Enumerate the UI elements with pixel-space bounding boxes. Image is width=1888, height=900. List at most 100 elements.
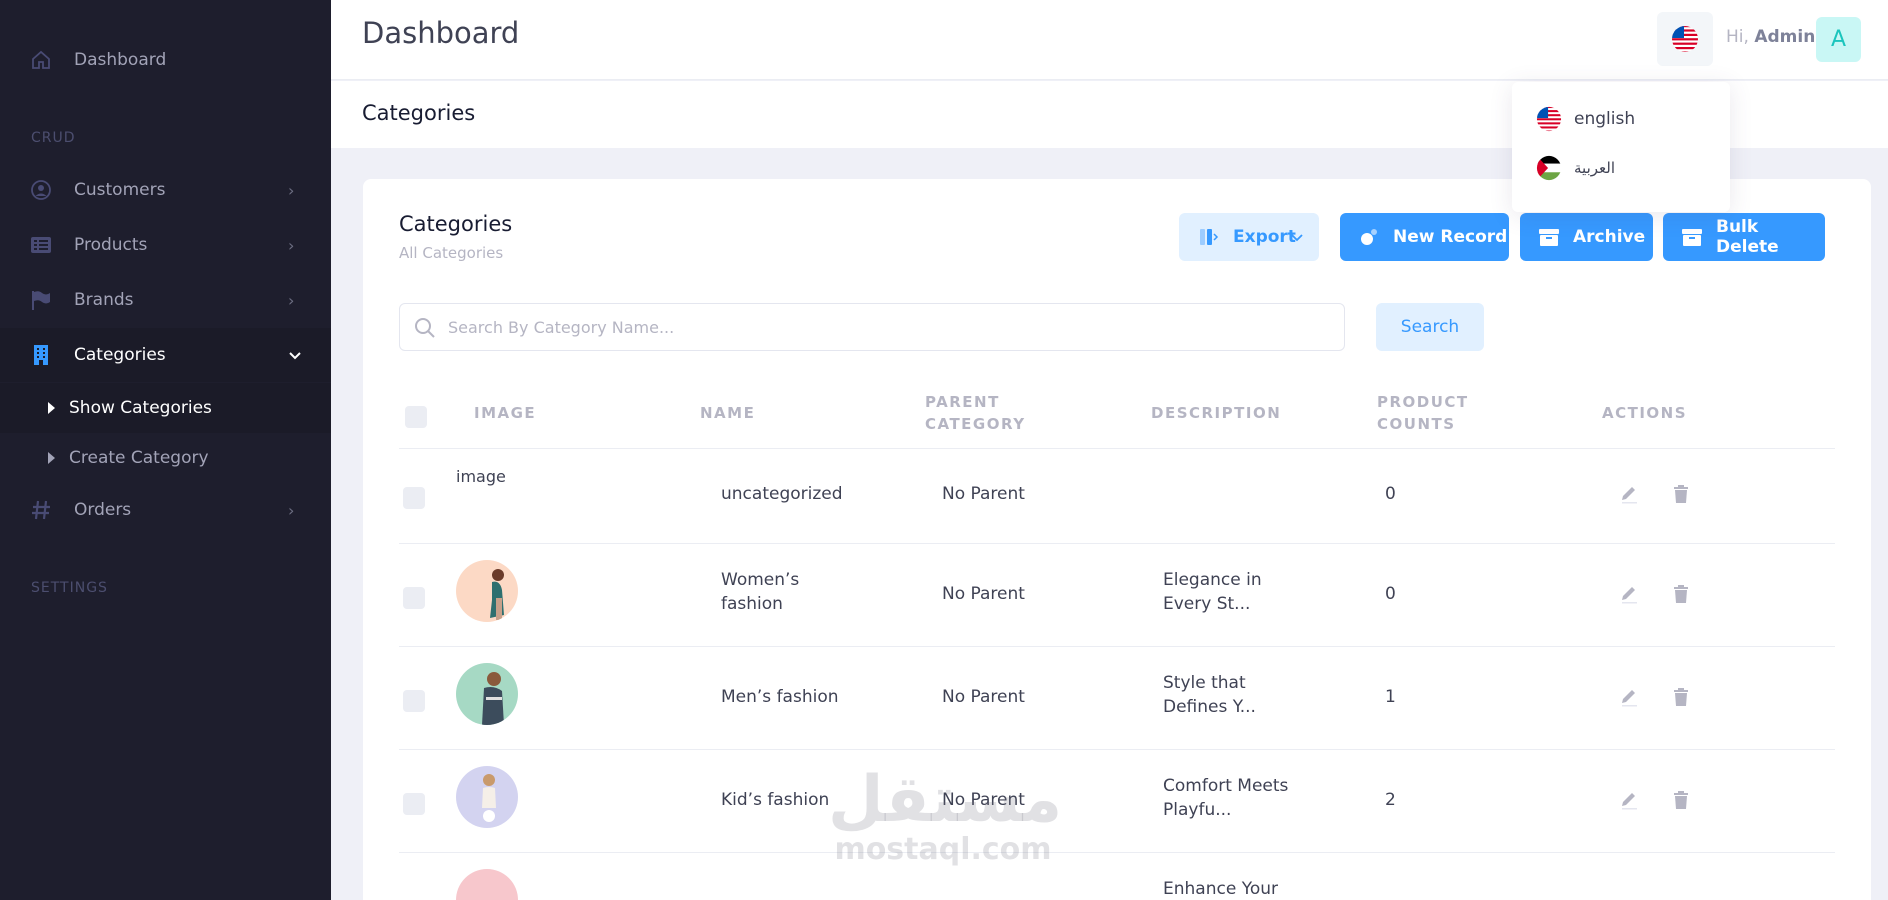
avatar[interactable]: A xyxy=(1816,17,1861,62)
sidebar-item-categories[interactable]: Categories xyxy=(0,328,331,382)
category-description: Comfort Meets Playfu... xyxy=(1163,774,1288,822)
row-checkbox[interactable] xyxy=(403,487,425,509)
category-name: uncategorized xyxy=(721,484,843,504)
card-subtitle: All Categories xyxy=(399,244,504,262)
description-line: Elegance in xyxy=(1163,570,1262,590)
sidebar-subitem-create-category[interactable]: Create Category xyxy=(0,433,331,483)
column-header-text: CATEGORY xyxy=(925,415,1026,433)
sidebar-item-label: Orders xyxy=(74,500,132,520)
row-checkbox[interactable] xyxy=(403,587,425,609)
chevron-down-icon xyxy=(1291,227,1303,247)
table-divider xyxy=(399,749,1835,750)
sidebar-item-label: Dashboard xyxy=(74,50,167,70)
description-line: Comfort Meets xyxy=(1163,776,1289,796)
trash-icon[interactable] xyxy=(1672,790,1690,814)
language-option-label: english xyxy=(1574,109,1636,129)
us-flag-icon xyxy=(1672,26,1698,52)
export-button[interactable]: Export xyxy=(1179,213,1319,261)
chevron-down-icon xyxy=(288,346,302,365)
us-flag-icon xyxy=(1536,106,1562,132)
section-label-crud: CRUD xyxy=(31,130,76,146)
select-all-checkbox[interactable] xyxy=(405,406,427,428)
trash-icon[interactable] xyxy=(1672,687,1690,711)
category-image xyxy=(456,869,518,900)
column-header-text: PRODUCT xyxy=(1377,393,1469,411)
bulk-delete-label: Bulk Delete xyxy=(1716,217,1779,257)
hashtag-icon xyxy=(30,499,52,521)
trash-icon[interactable] xyxy=(1672,484,1690,508)
user-name: Admin xyxy=(1754,27,1816,47)
edit-icon[interactable] xyxy=(1619,685,1639,711)
sidebar-item-products[interactable]: Products › xyxy=(0,218,331,272)
search-input[interactable] xyxy=(448,312,1328,342)
column-header-image[interactable]: IMAGE xyxy=(474,402,536,424)
edit-icon[interactable] xyxy=(1619,582,1639,608)
sidebar: Dashboard CRUD Customers › Products › Br… xyxy=(0,0,331,900)
category-image xyxy=(456,560,518,622)
column-header-description[interactable]: DESCRIPTION xyxy=(1151,402,1281,424)
language-switcher-button[interactable] xyxy=(1657,12,1713,66)
sidebar-subitem-label: Show Categories xyxy=(69,398,212,418)
column-header-name[interactable]: NAME xyxy=(700,402,755,424)
category-description: Enhance Your xyxy=(1163,879,1278,899)
description-line: Playfu... xyxy=(1163,800,1232,820)
language-option-english[interactable]: english xyxy=(1536,104,1635,134)
column-header-product-counts[interactable]: PRODUCT COUNTS xyxy=(1377,391,1469,435)
language-option-arabic[interactable]: العربية xyxy=(1536,153,1615,183)
archive-icon xyxy=(1538,226,1560,248)
new-record-button[interactable]: New Record xyxy=(1340,213,1509,261)
column-header-text: COUNTS xyxy=(1377,415,1456,433)
sidebar-subitem-show-categories[interactable]: Show Categories xyxy=(0,383,331,433)
category-name-line: Women’s xyxy=(721,570,800,590)
caret-right-icon xyxy=(48,452,55,464)
row-checkbox[interactable] xyxy=(403,690,425,712)
table-divider xyxy=(399,448,1835,449)
greeting-text: Hi, xyxy=(1726,27,1749,47)
product-count: 0 xyxy=(1385,584,1396,604)
parent-category: No Parent xyxy=(942,790,1025,810)
product-count: 0 xyxy=(1385,484,1396,504)
description-line: Defines Y... xyxy=(1163,697,1256,717)
bulk-delete-button[interactable]: Bulk Delete xyxy=(1663,213,1825,261)
user-greeting[interactable]: Hi, Admin xyxy=(1726,27,1815,47)
category-name: Men’s fashion xyxy=(721,687,839,707)
sidebar-item-orders[interactable]: Orders › xyxy=(0,483,331,537)
card-title: Categories xyxy=(399,212,513,236)
sidebar-item-customers[interactable]: Customers › xyxy=(0,163,331,217)
category-image xyxy=(456,766,518,828)
edit-icon[interactable] xyxy=(1619,482,1639,508)
row-checkbox[interactable] xyxy=(403,793,425,815)
user-circle-icon xyxy=(30,179,52,201)
product-count: 2 xyxy=(1385,790,1396,810)
sidebar-item-dashboard[interactable]: Dashboard xyxy=(0,33,331,87)
sidebar-item-brands[interactable]: Brands › xyxy=(0,273,331,327)
section-label-settings: SETTINGS xyxy=(31,580,108,596)
home-icon xyxy=(30,49,52,71)
archive-button[interactable]: Archive xyxy=(1520,213,1653,261)
list-icon xyxy=(30,234,52,256)
parent-category: No Parent xyxy=(942,484,1025,504)
caret-right-icon xyxy=(48,402,55,414)
table-divider xyxy=(399,543,1835,544)
search-button[interactable]: Search xyxy=(1376,303,1484,351)
palestine-flag-icon xyxy=(1536,155,1562,181)
language-option-label: العربية xyxy=(1574,159,1615,177)
subheader-title: Categories xyxy=(362,101,476,125)
trash-icon[interactable] xyxy=(1672,584,1690,608)
table-divider xyxy=(399,646,1835,647)
archive-icon xyxy=(1681,226,1703,248)
chevron-right-icon: › xyxy=(288,500,295,520)
sidebar-item-label: Brands xyxy=(74,290,134,310)
archive-label: Archive xyxy=(1573,227,1646,247)
sidebar-item-label: Categories xyxy=(74,345,166,365)
description-line: Every St... xyxy=(1163,594,1251,614)
export-icon xyxy=(1197,226,1219,248)
parent-category: No Parent xyxy=(942,584,1025,604)
edit-icon[interactable] xyxy=(1619,788,1639,814)
category-name-line: fashion xyxy=(721,594,783,614)
search-icon xyxy=(413,316,437,344)
building-icon xyxy=(30,344,52,366)
column-header-parent-category[interactable]: PARENT CATEGORY xyxy=(925,391,1026,435)
parent-category: No Parent xyxy=(942,687,1025,707)
sidebar-subitem-label: Create Category xyxy=(69,448,209,468)
